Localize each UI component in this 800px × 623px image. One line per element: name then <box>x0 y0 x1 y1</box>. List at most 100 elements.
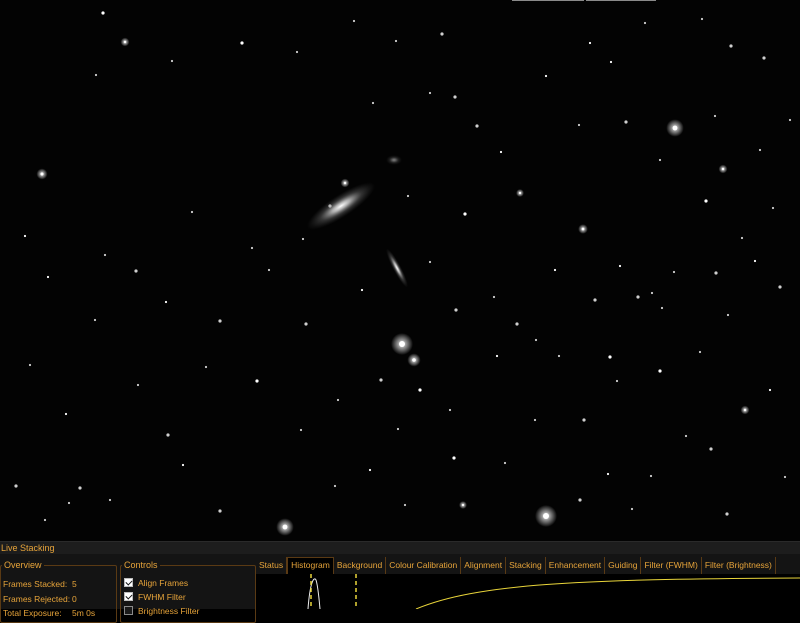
align-frames-checkbox[interactable]: Align Frames <box>124 577 188 588</box>
star <box>396 427 400 431</box>
star <box>609 60 613 64</box>
total-exposure-row: Total Exposure: 5m 0s <box>3 608 95 618</box>
star <box>553 268 557 272</box>
bright-star-core <box>343 181 347 185</box>
star <box>463 212 467 216</box>
star <box>503 461 507 465</box>
checkbox-checked-icon[interactable] <box>124 578 133 587</box>
top-scroll-marks <box>512 0 656 2</box>
star <box>578 498 582 502</box>
panel-title: Live Stacking <box>0 542 800 554</box>
brightness-filter-checkbox[interactable]: Brightness Filter <box>124 605 199 616</box>
star <box>43 518 47 522</box>
star <box>164 300 168 304</box>
star <box>762 56 766 60</box>
star <box>101 11 105 15</box>
star <box>783 475 787 479</box>
star <box>643 21 647 25</box>
star <box>636 295 640 299</box>
frames-rejected-row: Frames Rejected: 0 <box>3 594 77 604</box>
star <box>218 509 222 513</box>
star <box>771 206 775 210</box>
star <box>753 259 757 263</box>
star <box>418 388 422 392</box>
star <box>495 354 499 358</box>
tab-stacking[interactable]: Stacking <box>506 557 546 574</box>
star <box>336 398 340 402</box>
star <box>23 234 27 238</box>
star <box>618 264 622 268</box>
frames-stacked-row: Frames Stacked: 5 <box>3 579 77 589</box>
star <box>660 306 664 310</box>
tab-enhancement[interactable]: Enhancement <box>545 557 606 574</box>
star <box>740 236 744 240</box>
tab-background[interactable]: Background <box>333 557 387 574</box>
star <box>557 354 561 358</box>
star <box>778 285 782 289</box>
star <box>301 237 305 241</box>
tab-guiding[interactable]: Guiding <box>605 557 642 574</box>
bright-star-core <box>461 503 465 507</box>
bright-star-core <box>412 358 416 362</box>
star <box>440 32 444 36</box>
stacked-image-view[interactable] <box>0 0 800 541</box>
tab-colour-calibration[interactable]: Colour Calibration <box>386 557 462 574</box>
tab-filter-fwhm[interactable]: Filter (FWHM) <box>641 557 702 574</box>
star <box>428 260 432 264</box>
histogram-view[interactable] <box>256 574 800 610</box>
star <box>333 484 337 488</box>
star <box>658 369 662 373</box>
tab-filter-brightness[interactable]: Filter (Brightness) <box>701 557 776 574</box>
bright-star-core <box>123 40 127 44</box>
star <box>700 17 704 21</box>
overview-group: Overview Frames Stacked: 5 Frames Reject… <box>0 561 117 623</box>
star <box>108 498 112 502</box>
star <box>46 275 50 279</box>
star <box>67 501 71 505</box>
controls-legend: Controls <box>124 560 158 570</box>
histogram-plot <box>307 574 800 610</box>
star <box>577 123 581 127</box>
star <box>788 118 792 122</box>
star <box>134 269 138 273</box>
star <box>726 313 730 317</box>
star <box>379 378 383 382</box>
star-field <box>14 11 792 536</box>
star <box>624 120 628 124</box>
star <box>371 101 375 105</box>
histogram-peak-curve <box>307 578 321 610</box>
star <box>672 270 676 274</box>
galaxy-faint <box>386 155 402 165</box>
checkbox-unchecked-icon[interactable] <box>124 606 133 615</box>
tab-status[interactable]: Status <box>256 557 288 574</box>
star <box>608 355 612 359</box>
tab-histogram[interactable]: Histogram <box>287 557 334 574</box>
align-frames-label: Align Frames <box>138 577 189 588</box>
star <box>650 291 654 295</box>
star <box>606 472 610 476</box>
star <box>267 268 271 272</box>
bright-star-core <box>399 341 405 347</box>
star <box>704 199 708 203</box>
total-exposure-label: Total Exposure: <box>3 608 62 618</box>
star <box>588 41 592 45</box>
panel-tabs: Status Histogram Background Colour Calib… <box>256 557 800 574</box>
star <box>630 507 634 511</box>
bright-star-core <box>721 167 725 171</box>
star <box>299 428 303 432</box>
fwhm-filter-checkbox[interactable]: FWHM Filter <box>124 591 186 602</box>
star <box>448 408 452 412</box>
bright-star-core <box>40 172 44 176</box>
star <box>582 418 586 422</box>
stretch-curve <box>415 577 800 610</box>
checkbox-checked-icon[interactable] <box>124 592 133 601</box>
star <box>368 468 372 472</box>
star <box>64 412 68 416</box>
live-stacking-panel: Live Stacking Overview Frames Stacked: 5… <box>0 541 800 623</box>
star <box>729 44 733 48</box>
star <box>452 456 456 460</box>
bright-star-core <box>581 227 585 231</box>
star <box>475 124 479 128</box>
tab-alignment[interactable]: Alignment <box>461 557 507 574</box>
star <box>658 158 662 162</box>
